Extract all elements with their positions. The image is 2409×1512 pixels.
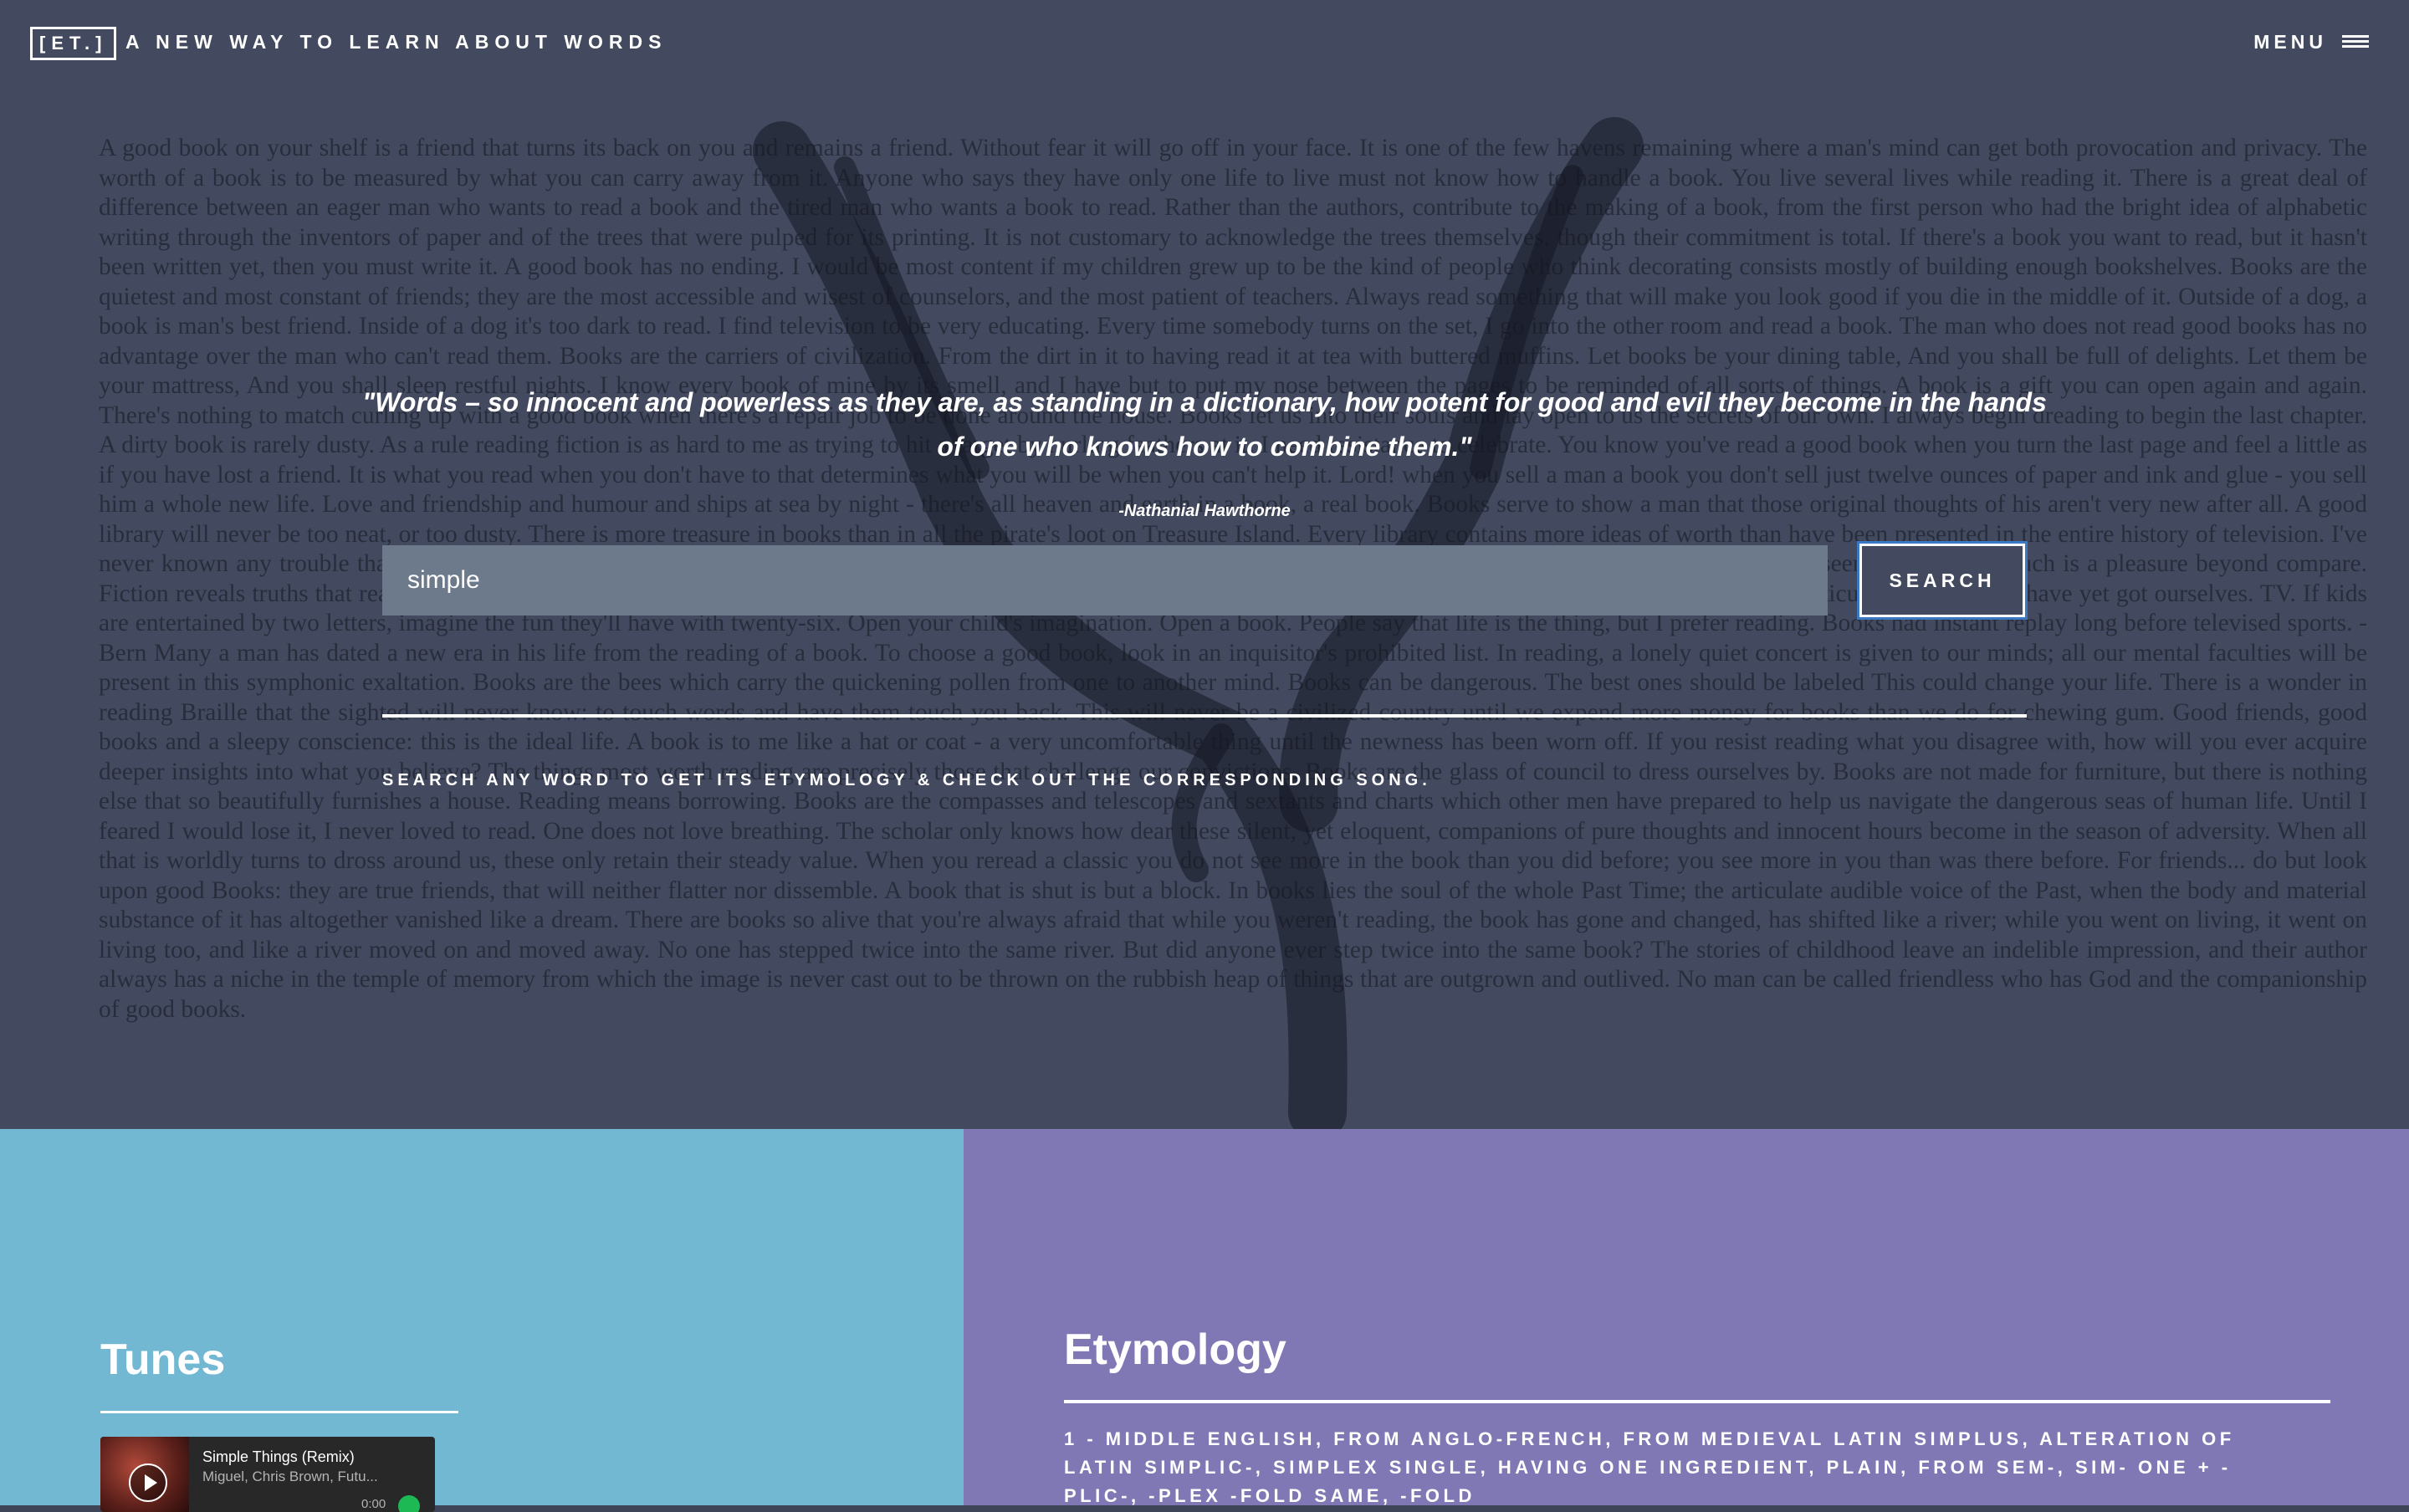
site-tagline: A NEW WAY TO LEARN ABOUT WORDS <box>125 31 667 53</box>
search-input[interactable] <box>382 545 1828 616</box>
background-book-quotes: A good book on your shelf is a friend th… <box>99 135 2367 1023</box>
spotify-player[interactable]: Simple Things (Remix) Miguel, Chris Brow… <box>100 1437 435 1512</box>
search-button[interactable]: SEARCH <box>1859 544 2025 617</box>
play-icon[interactable] <box>129 1463 167 1502</box>
menu-button[interactable]: MENU <box>2253 28 2369 55</box>
etymology-panel: Etymology 1 - MIDDLE ENGLISH, FROM ANGLO… <box>964 1129 2409 1506</box>
search-instructions: SEARCH ANY WORD TO GET ITS ETYMOLOGY & C… <box>382 771 1431 789</box>
track-artist: Miguel, Chris Brown, Futu... <box>202 1469 378 1484</box>
site-logo[interactable]: [ET.] <box>30 27 117 60</box>
etymology-title-rule <box>1064 1400 2330 1403</box>
search-divider <box>382 714 2027 718</box>
tunes-title: Tunes <box>100 1336 226 1384</box>
etymology-title: Etymology <box>1064 1326 1286 1374</box>
track-title: Simple Things (Remix) <box>202 1448 355 1465</box>
spotify-icon[interactable] <box>398 1495 420 1512</box>
etymology-definition: 1 - MIDDLE ENGLISH, FROM ANGLO-FRENCH, F… <box>1064 1428 2235 1506</box>
hero-quote: "Words – so innocent and powerless as th… <box>362 387 2047 462</box>
track-time: 0:00 <box>361 1497 386 1511</box>
quote-author: -Nathanial Hawthorne <box>1118 502 1291 520</box>
top-navigation-bar: [ET.] A NEW WAY TO LEARN ABOUT WORDS MEN… <box>0 0 2409 84</box>
tunes-panel: Tunes Simple Things (Remix) Miguel, Chri… <box>0 1129 964 1512</box>
hamburger-icon <box>2342 35 2369 49</box>
tunes-title-rule <box>100 1411 458 1413</box>
menu-label: MENU <box>2253 31 2327 53</box>
hero-section: A good book on your shelf is a friend th… <box>0 0 2409 1129</box>
